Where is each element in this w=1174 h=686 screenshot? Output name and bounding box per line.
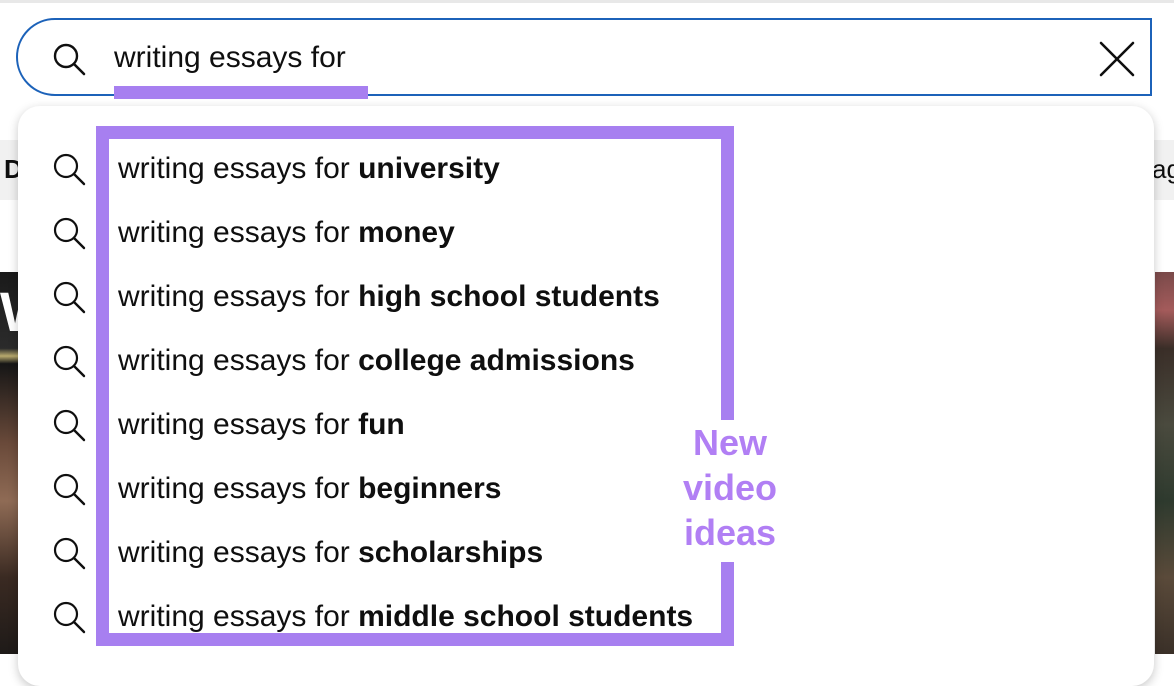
suggestion-text: writing essays for scholarships [118,534,543,572]
suggestion-text: writing essays for fun [118,406,405,444]
annotation-label: New video ideas [660,420,800,555]
suggestion-completion: college admissions [358,344,635,377]
search-icon [53,473,86,506]
search-icon [53,345,86,378]
suggestion-completion: high school students [358,280,660,313]
suggestion-prefix: writing essays for [118,472,359,505]
query-highlight-underline [114,86,368,99]
suggestion-item[interactable]: writing essays for university [18,138,1154,202]
video-thumbnail-left-overlay: W [0,282,20,342]
search-icon [53,601,86,634]
suggestion-item[interactable]: writing essays for money [18,202,1154,266]
suggestion-completion: scholarships [358,536,544,569]
suggestion-item[interactable]: writing essays for fun [18,394,1154,458]
suggestion-item[interactable]: writing essays for high school students [18,266,1154,330]
suggestion-text: writing essays for beginners [118,470,501,508]
search-icon [53,281,86,314]
search-icon [53,537,86,570]
close-icon[interactable] [1092,34,1142,84]
search-icon [53,153,86,186]
suggestion-text: writing essays for college admissions [118,342,635,380]
search-icon [53,409,86,442]
suggestion-item[interactable]: writing essays for middle school student… [18,586,1154,650]
suggestion-text: writing essays for middle school student… [118,598,693,636]
suggestion-prefix: writing essays for [118,408,359,441]
search-input[interactable] [114,36,1014,80]
suggestion-prefix: writing essays for [118,536,359,569]
suggestion-prefix: writing essays for [118,344,359,377]
suggestion-prefix: writing essays for [118,600,359,633]
suggestion-completion: fun [358,408,405,441]
search-icon [53,43,86,76]
suggestion-item[interactable]: writing essays for college admissions [18,330,1154,394]
suggestion-prefix: writing essays for [118,280,359,313]
suggestion-completion: university [358,152,500,185]
suggestion-item[interactable]: writing essays for beginners [18,458,1154,522]
search-icon [53,217,86,250]
annotation-line: video [682,467,778,508]
filter-chip-fragment-right[interactable]: ag [1152,152,1174,186]
suggestion-prefix: writing essays for [118,152,359,185]
annotation-line: ideas [683,512,777,553]
suggestion-text: writing essays for university [118,150,500,188]
suggestion-completion: middle school students [358,600,694,633]
suggestion-text: writing essays for money [118,214,455,252]
suggestion-item[interactable]: writing essays for scholarships [18,522,1154,586]
search-suggestions-dropdown: writing essays for university writing es… [18,106,1154,686]
annotation-line: New [692,422,768,463]
suggestion-prefix: writing essays for [118,216,359,249]
top-divider [0,0,1174,3]
suggestion-completion: beginners [358,472,502,505]
suggestion-completion: money [358,216,455,249]
suggestion-text: writing essays for high school students [118,278,660,316]
video-thumbnail-right[interactable] [1155,272,1174,654]
